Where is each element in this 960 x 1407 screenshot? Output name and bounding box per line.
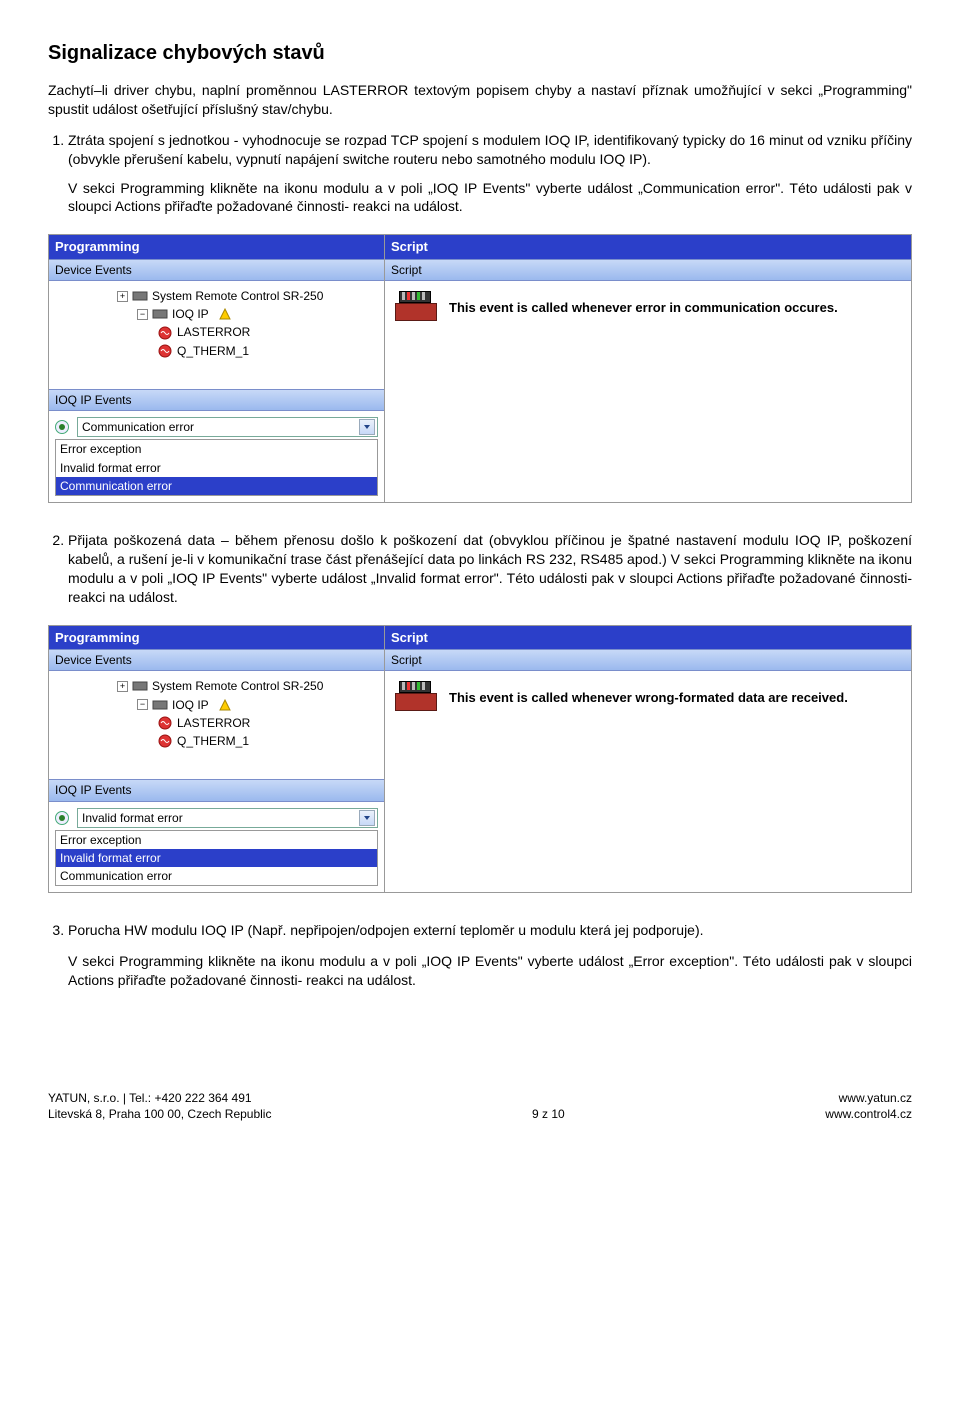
script-message: This event is called whenever wrong-form… (449, 681, 848, 707)
device-tree: + System Remote Control SR-250 − IOQ IP (49, 671, 384, 779)
page-heading: Signalizace chybových stavů (48, 40, 912, 67)
ioq-events-header[interactable]: IOQ IP Events (49, 779, 384, 801)
event-dropdown[interactable]: Communication error (77, 417, 378, 437)
event-listbox[interactable]: Error exception Invalid format error Com… (55, 439, 378, 496)
variable-icon (157, 343, 173, 359)
variable-icon (157, 733, 173, 749)
tree-label: Q_THERM_1 (177, 733, 249, 749)
device-tree: + System Remote Control SR-250 − IOQ IP (49, 281, 384, 389)
radio-selected-icon[interactable] (55, 420, 69, 434)
tree-sr250[interactable]: + System Remote Control SR-250 (57, 287, 380, 305)
events-area: Invalid format error Error exception Inv… (49, 802, 384, 893)
tree-label: LASTERROR (177, 715, 250, 731)
expand-icon[interactable]: + (117, 681, 128, 692)
programming-title: Programming (49, 626, 384, 650)
footer-url-1: www.yatun.cz (825, 1090, 912, 1106)
item3-p2: V sekci Programming klikněte na ikonu mo… (68, 952, 912, 990)
list-option[interactable]: Error exception (56, 440, 377, 458)
device-events-header[interactable]: Device Events (49, 259, 384, 281)
footer-url-2: www.control4.cz (825, 1106, 912, 1122)
list-option-selected[interactable]: Invalid format error (56, 849, 377, 867)
collapse-icon[interactable]: − (137, 699, 148, 710)
programming-panel: Programming Device Events + System Remot… (48, 625, 384, 894)
module-icon (395, 291, 435, 321)
warning-icon (217, 697, 233, 713)
list-option[interactable]: Invalid format error (56, 459, 377, 477)
script-sub[interactable]: Script (385, 649, 911, 671)
item1-p2: V sekci Programming klikněte na ikonu mo… (68, 179, 912, 217)
list-item-1: Ztráta spojení s jednotkou - vyhodnocuje… (68, 131, 912, 217)
dropdown-value: Invalid format error (82, 810, 183, 826)
radio-selected-icon[interactable] (55, 811, 69, 825)
programming-panel: Programming Device Events + System Remot… (48, 234, 384, 503)
script-panel: Script Script This event is called whene… (384, 234, 912, 503)
script-title: Script (385, 626, 911, 650)
screenshot-2: Programming Device Events + System Remot… (48, 625, 912, 894)
variable-icon (157, 325, 173, 341)
list-option[interactable]: Communication error (56, 867, 377, 885)
script-title: Script (385, 235, 911, 259)
device-icon (132, 288, 148, 304)
script-panel: Script Script This event is called whene… (384, 625, 912, 894)
script-message: This event is called whenever error in c… (449, 291, 838, 317)
collapse-icon[interactable]: − (137, 309, 148, 320)
tree-qtherm[interactable]: Q_THERM_1 (57, 342, 380, 360)
device-icon (152, 306, 168, 322)
intro-paragraph: Zachytí–li driver chybu, naplní proměnno… (48, 81, 912, 119)
variable-icon (157, 715, 173, 731)
tree-lasterror[interactable]: LASTERROR (57, 714, 380, 732)
footer-page-number: 9 z 10 (532, 1106, 565, 1122)
script-sub[interactable]: Script (385, 259, 911, 281)
tree-ioqip[interactable]: − IOQ IP (57, 305, 380, 323)
device-events-header[interactable]: Device Events (49, 649, 384, 671)
chevron-down-icon[interactable] (359, 810, 375, 826)
list-option[interactable]: Error exception (56, 831, 377, 849)
warning-icon (217, 306, 233, 322)
footer-company: YATUN, s.r.o. | Tel.: +420 222 364 491 (48, 1090, 271, 1106)
dropdown-value: Communication error (82, 419, 194, 435)
tree-label: System Remote Control SR-250 (152, 288, 323, 304)
footer-address: Litevská 8, Praha 100 00, Czech Republic (48, 1106, 271, 1122)
chevron-down-icon[interactable] (359, 419, 375, 435)
item1-p1: Ztráta spojení s jednotkou - vyhodnocuje… (68, 132, 912, 167)
event-dropdown[interactable]: Invalid format error (77, 808, 378, 828)
tree-label: Q_THERM_1 (177, 343, 249, 359)
module-icon (395, 681, 435, 711)
device-icon (152, 697, 168, 713)
tree-ioqip[interactable]: − IOQ IP (57, 696, 380, 714)
list-option-selected[interactable]: Communication error (56, 477, 377, 495)
page-footer: YATUN, s.r.o. | Tel.: +420 222 364 491 L… (48, 1090, 912, 1122)
list-item-2: Přijata poškozená data – během přenosu d… (68, 531, 912, 607)
device-icon (132, 678, 148, 694)
tree-qtherm[interactable]: Q_THERM_1 (57, 732, 380, 750)
screenshot-1: Programming Device Events + System Remot… (48, 234, 912, 503)
expand-icon[interactable]: + (117, 291, 128, 302)
list-item-3: Porucha HW modulu IOQ IP (Např. nepřipoj… (68, 921, 912, 940)
tree-label: LASTERROR (177, 324, 250, 340)
tree-label: System Remote Control SR-250 (152, 678, 323, 694)
item3-p1: Porucha HW modulu IOQ IP (Např. nepřipoj… (68, 922, 704, 938)
tree-label: IOQ IP (172, 697, 209, 713)
tree-label: IOQ IP (172, 306, 209, 322)
event-listbox[interactable]: Error exception Invalid format error Com… (55, 830, 378, 887)
tree-lasterror[interactable]: LASTERROR (57, 323, 380, 341)
programming-title: Programming (49, 235, 384, 259)
ioq-events-header[interactable]: IOQ IP Events (49, 389, 384, 411)
tree-sr250[interactable]: + System Remote Control SR-250 (57, 677, 380, 695)
events-area: Communication error Error exception Inva… (49, 411, 384, 502)
